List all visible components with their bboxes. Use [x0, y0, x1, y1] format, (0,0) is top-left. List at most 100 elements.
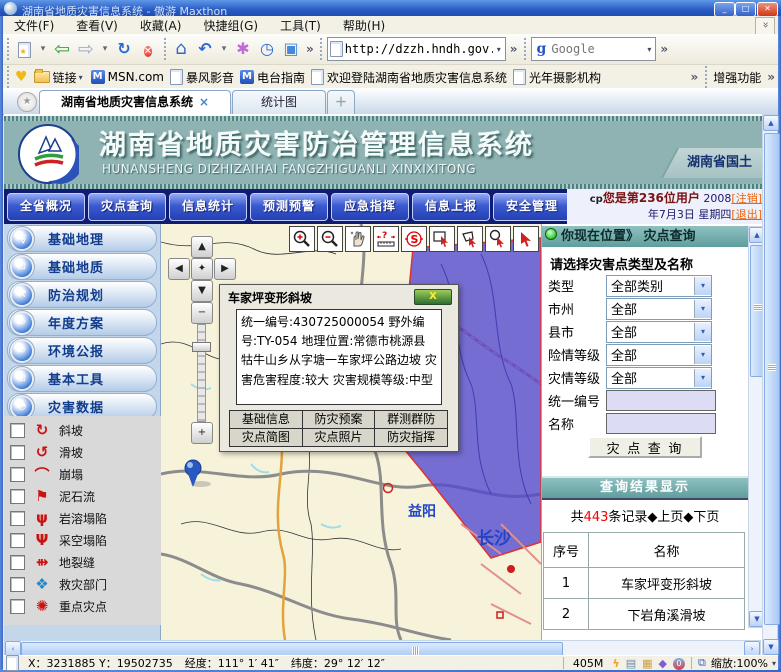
linksbar-grip[interactable] — [5, 66, 10, 88]
plugins-label[interactable]: 增强功能 — [713, 69, 761, 86]
risk-level-select[interactable]: 全部▾ — [606, 344, 712, 366]
link-baofeng[interactable]: 暴风影音 — [170, 69, 234, 86]
menu-help[interactable]: 帮助(H) — [332, 17, 396, 34]
popup-tab-photos[interactable]: 灾点照片 — [302, 428, 376, 447]
new-tab-button[interactable]: ＋ — [327, 90, 355, 114]
zoom-in-tool[interactable] — [289, 226, 315, 252]
link-photo[interactable]: 光年摄影机构 — [513, 69, 601, 86]
plugins-more-icon[interactable]: » — [764, 70, 778, 84]
pan-center-button[interactable]: ✦ — [191, 258, 213, 280]
pan-left-button[interactable]: ◀ — [168, 258, 190, 280]
layer-checkbox[interactable] — [10, 511, 25, 526]
menu-groups[interactable]: 快捷组(G) — [192, 17, 269, 34]
stop-button[interactable]: ✕ — [136, 37, 160, 61]
link-msn[interactable]: M MSN.com — [91, 70, 164, 84]
forward-icon[interactable]: ⇨ — [74, 37, 98, 61]
query-submit-button[interactable]: 灾 点 查 询 — [588, 436, 702, 458]
toolbar-more-icon[interactable]: » — [303, 42, 317, 56]
zoom-out-button[interactable]: − — [191, 302, 213, 324]
refresh-icon[interactable]: ↻ — [112, 37, 136, 61]
layer-checkbox[interactable] — [10, 533, 25, 548]
popup-close-button[interactable]: X — [414, 289, 452, 305]
next-page-link[interactable]: ◆下页 — [683, 510, 719, 525]
table-row[interactable]: 1 车家坪变形斜坡 — [544, 568, 745, 599]
pan-right-button[interactable]: ▶ — [214, 258, 236, 280]
magic-fill-icon[interactable]: ✱ — [231, 37, 255, 61]
plugins-grip[interactable] — [703, 66, 708, 88]
tab-close-icon[interactable]: × — [199, 95, 209, 109]
addressbar-grip[interactable] — [319, 38, 324, 60]
name-input[interactable] — [606, 413, 716, 434]
nav-forecast-warning[interactable]: 预测预警 — [250, 193, 328, 221]
scroll-left-icon[interactable]: ‹ — [5, 641, 21, 656]
nav-info-report[interactable]: 信息上报 — [412, 193, 490, 221]
zoom-out-tool[interactable] — [317, 226, 343, 252]
history-dropdown[interactable]: ▾ — [98, 37, 112, 61]
sidebar-basic-tools[interactable]: ⊞ 基本工具 — [7, 365, 157, 392]
scroll-right-icon[interactable]: › — [744, 641, 760, 656]
nav-province-overview[interactable]: 全省概况 — [7, 193, 85, 221]
scroll-up-icon[interactable]: ▲ — [763, 115, 779, 131]
map-area[interactable]: 益阳 长沙 ? S — [161, 224, 541, 640]
nav-info-statistics[interactable]: 信息统计 — [169, 193, 247, 221]
polygon-select-tool[interactable] — [457, 226, 483, 252]
new-page-button[interactable] — [12, 37, 36, 61]
search-bar[interactable]: g ▾ — [531, 37, 657, 61]
sidebar-basic-geology[interactable]: ⊡ 基础地质 — [7, 253, 157, 280]
history-clock-icon[interactable]: ◷ — [255, 37, 279, 61]
menu-view[interactable]: 查看(V) — [65, 17, 129, 34]
resize-icon[interactable]: ⧉ — [698, 656, 706, 670]
table-row[interactable]: 2 下岩角溪滑坡 — [544, 599, 745, 630]
circle-select-tool[interactable] — [485, 226, 511, 252]
search-more-icon[interactable]: » — [657, 42, 671, 56]
tab-statistics[interactable]: 统计图 — [232, 90, 326, 114]
address-input[interactable] — [343, 41, 495, 57]
layer-checkbox[interactable] — [10, 599, 25, 614]
undo-dropdown[interactable]: ▾ — [217, 37, 231, 61]
h-scroll-thumb[interactable] — [21, 642, 563, 656]
address-bar[interactable]: ▾ — [327, 37, 506, 61]
maximize-button[interactable]: □ — [735, 2, 756, 16]
gem-icon[interactable]: ◆ — [659, 657, 667, 670]
popup-tab-group-monitoring[interactable]: 群测群防 — [374, 410, 448, 429]
back-icon[interactable]: ⇦ — [50, 37, 74, 61]
toolbar-grip[interactable] — [5, 38, 10, 60]
blocked-popups-icon[interactable]: 0 — [673, 656, 685, 670]
layer-checkbox[interactable] — [10, 445, 25, 460]
measure-tool[interactable]: ? — [373, 226, 399, 252]
popup-tab-sketch[interactable]: 灾点简图 — [229, 428, 303, 447]
layer-checkbox[interactable] — [10, 467, 25, 482]
link-hunan-geohazard[interactable]: 欢迎登陆湖南省地质灾害信息系统 — [311, 69, 507, 86]
nav-disaster-query[interactable]: 灾点查询 — [88, 193, 166, 221]
close-button[interactable]: ✕ — [757, 2, 778, 16]
uid-input[interactable] — [606, 390, 716, 411]
new-page-dropdown[interactable]: ▾ — [36, 37, 50, 61]
city-select[interactable]: 全部▾ — [606, 298, 712, 320]
scroll-down-icon[interactable]: ▼ — [763, 639, 779, 655]
browser-scroll-thumb[interactable] — [764, 133, 780, 625]
pan-up-button[interactable]: ▲ — [191, 236, 213, 258]
links-more-icon[interactable]: » — [687, 70, 701, 84]
identify-pointer-tool[interactable] — [513, 226, 539, 252]
popup-tab-basic-info[interactable]: 基础信息 — [229, 410, 303, 429]
printer-icon[interactable]: ▤ — [626, 657, 636, 670]
boost-lightning-icon[interactable]: ϟ — [612, 657, 619, 670]
menu-overflow-icon[interactable]: » — [755, 17, 775, 35]
searchbar-grip[interactable] — [523, 38, 528, 60]
nav-security-mgmt[interactable]: 安全管理 — [493, 193, 571, 221]
pan-tool[interactable] — [345, 226, 371, 252]
favorites-heart-icon[interactable]: ♥ — [15, 69, 28, 85]
address-dropdown-icon[interactable]: ▾ — [495, 45, 503, 54]
zoom-slider-handle[interactable] — [192, 342, 211, 352]
popup-tab-command[interactable]: 防灾指挥 — [374, 428, 448, 447]
layer-checkbox[interactable] — [10, 555, 25, 570]
zoom-slider-track[interactable] — [197, 324, 206, 422]
address-more-icon[interactable]: » — [507, 42, 521, 56]
sidebar-environment-bulletin[interactable]: ▱ 环境公报 — [7, 337, 157, 364]
select-radius-tool[interactable]: S — [401, 226, 427, 252]
favorites-star-icon[interactable]: ★ — [17, 92, 37, 112]
disaster-level-select[interactable]: 全部▾ — [606, 367, 712, 389]
panels-icon[interactable]: ▣ — [279, 37, 303, 61]
link-radio[interactable]: M 电台指南 — [240, 69, 305, 86]
prev-page-link[interactable]: ◆上页 — [647, 510, 683, 525]
